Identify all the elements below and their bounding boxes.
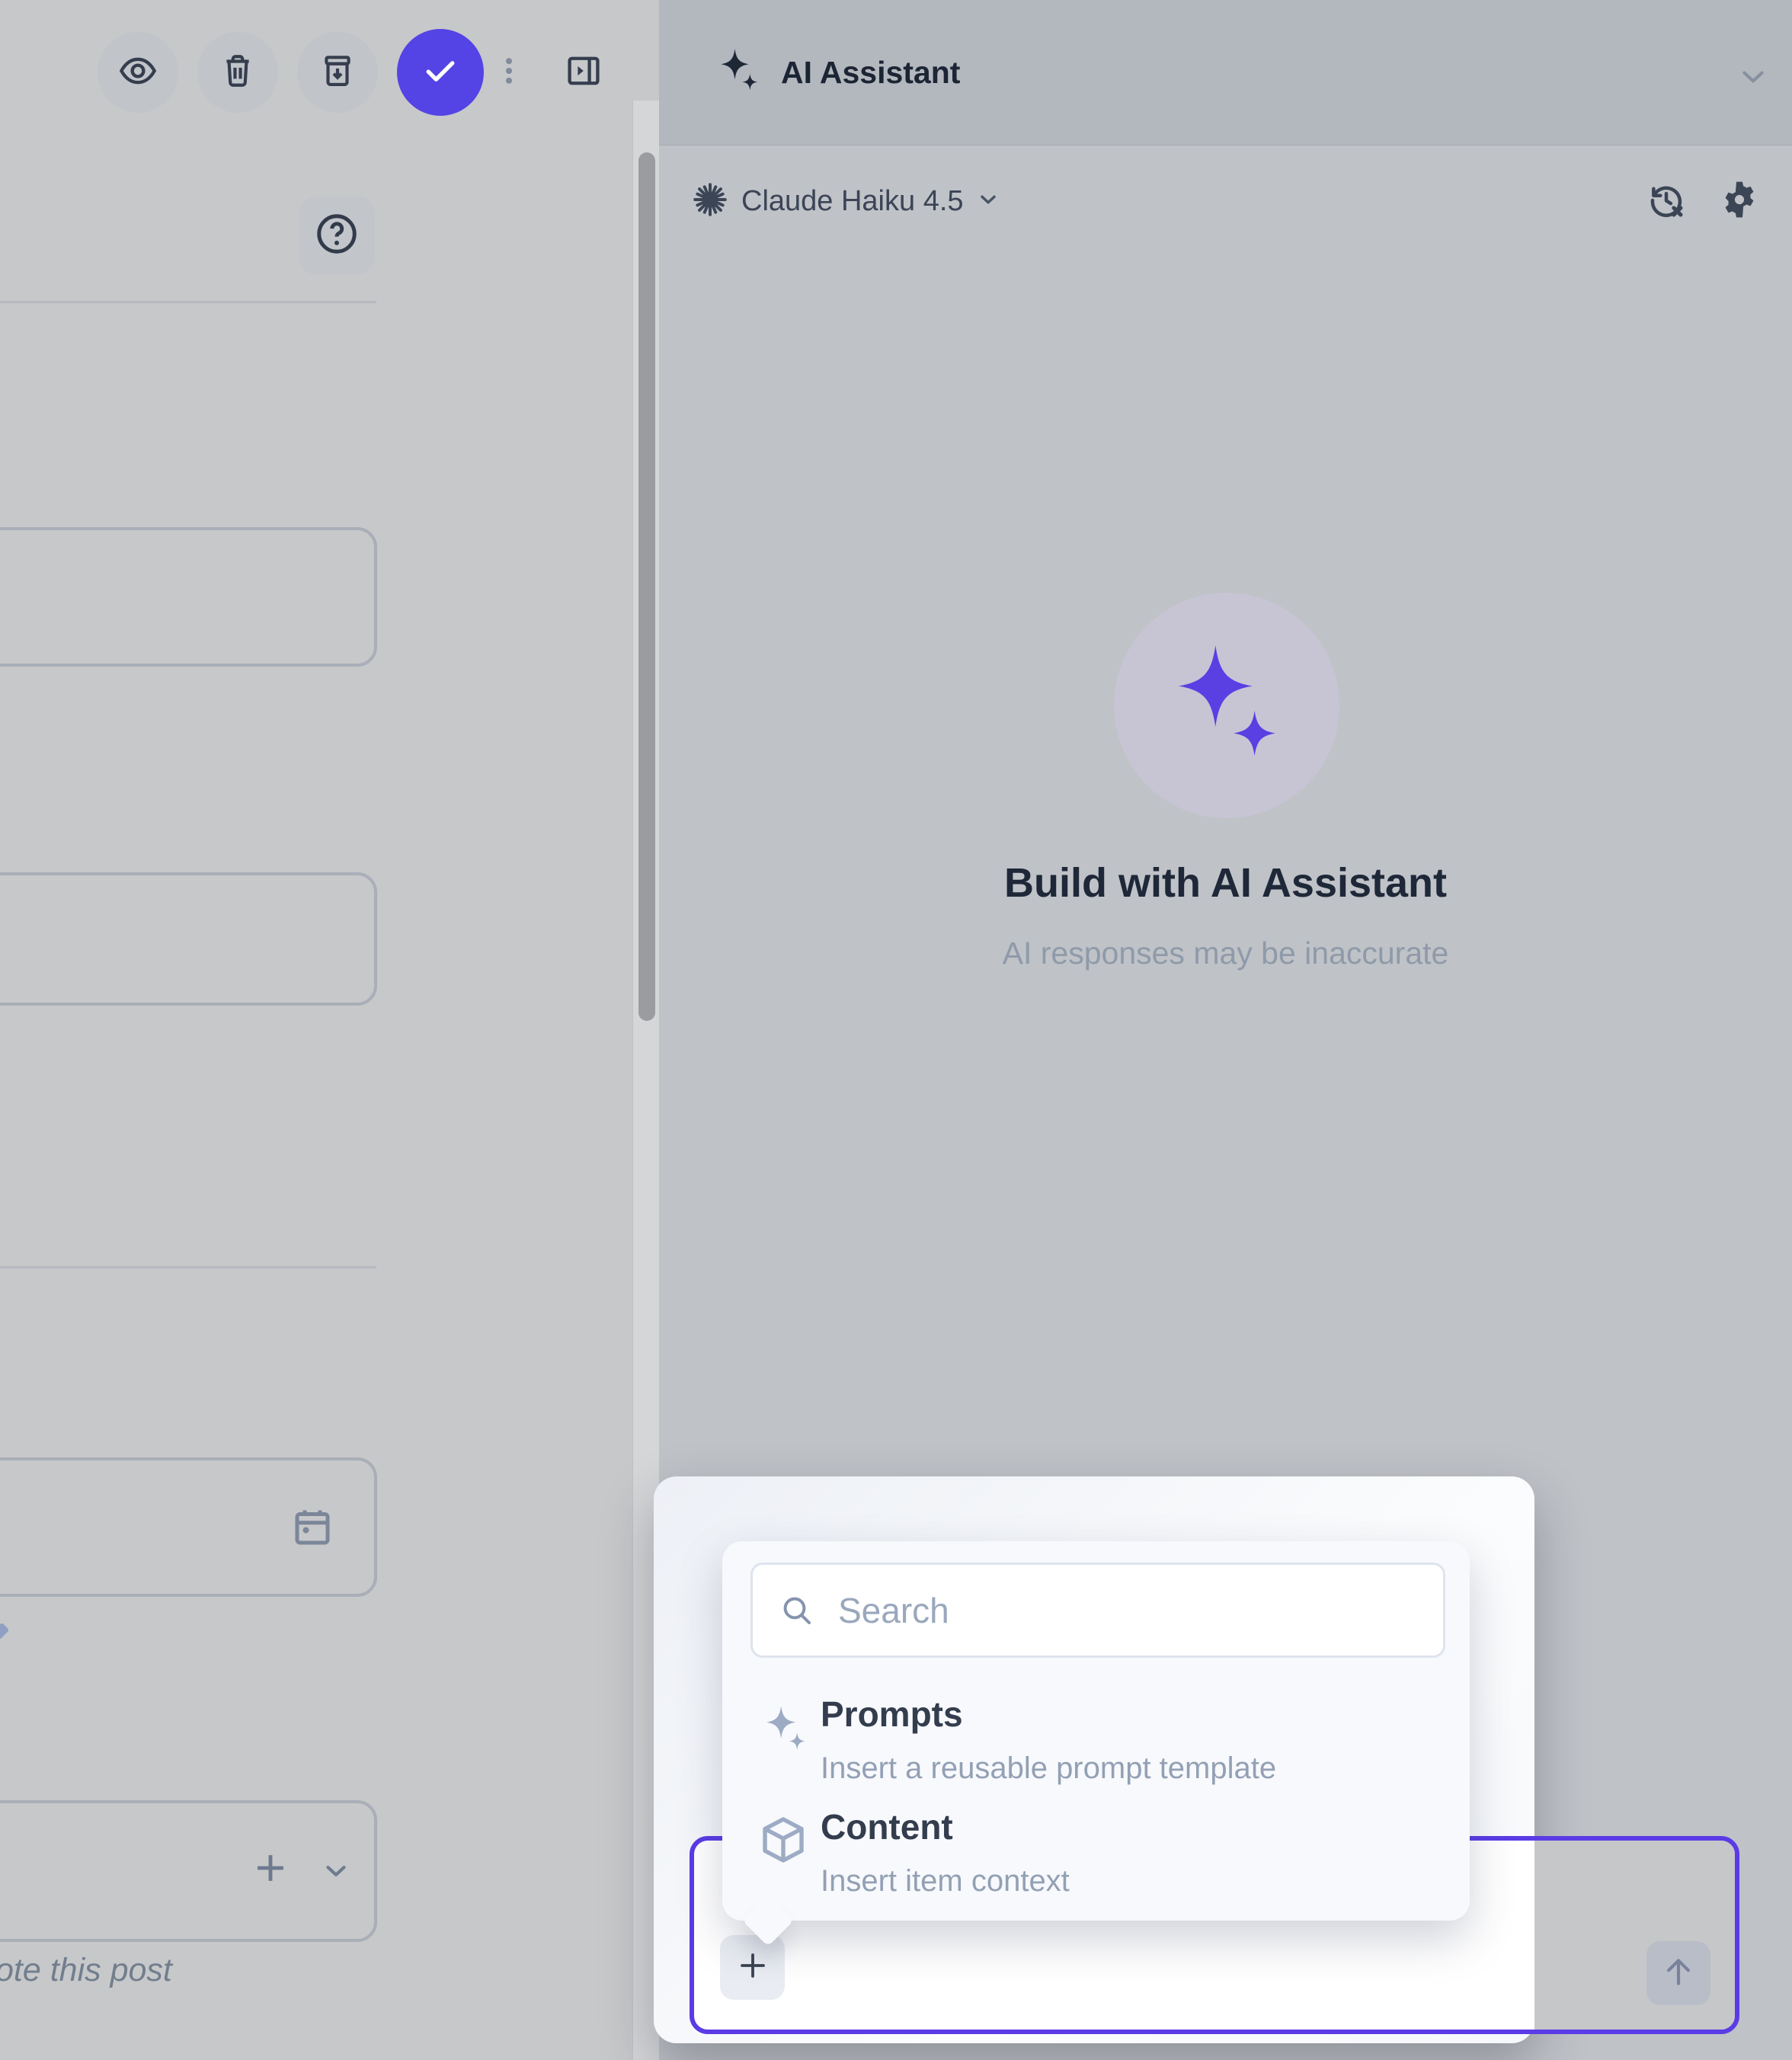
sparkle-icon [759, 1703, 812, 1760]
arrow-up-icon [1659, 1953, 1698, 1994]
plus-icon [734, 1947, 771, 1988]
trash-icon [219, 52, 257, 94]
chevron-down-icon [976, 187, 1000, 216]
field-divider [0, 301, 376, 303]
document-pane: ote this post [0, 0, 659, 2060]
question-mark-circle-icon [313, 210, 360, 261]
field-help-button[interactable] [299, 197, 375, 274]
delete-button[interactable] [197, 32, 278, 113]
collapse-panel-button[interactable] [543, 32, 624, 113]
menu-item-title: Content [821, 1809, 953, 1844]
send-button[interactable] [1646, 1941, 1710, 2005]
archive-down-icon [318, 52, 357, 94]
preview-button[interactable] [98, 32, 178, 113]
history-clear-icon [1646, 211, 1687, 224]
more-options-button[interactable] [469, 32, 549, 113]
menu-item-title: Prompts [821, 1697, 963, 1732]
insert-context-button[interactable] [720, 1935, 785, 2000]
kebab-menu-icon [492, 54, 526, 91]
eye-icon [118, 51, 158, 94]
app-root: ote this post AI Assistant [0, 0, 1792, 2060]
sparkle-icon [1160, 637, 1294, 775]
claude-starburst-icon [691, 181, 729, 222]
promote-note: ote this post [0, 1952, 172, 1989]
array-field[interactable] [0, 1800, 377, 1942]
clear-history-button[interactable] [1646, 180, 1687, 225]
model-selector[interactable]: Claude Haiku 4.5 [691, 181, 1000, 222]
empty-state-disclaimer: AI responses may be inaccurate [659, 936, 1792, 971]
search-box[interactable] [750, 1563, 1445, 1658]
menu-item-content[interactable]: Content Insert item context [722, 1799, 1470, 1902]
assistant-header: AI Assistant [659, 0, 1792, 146]
search-icon [779, 1592, 815, 1629]
search-input[interactable] [837, 1589, 1417, 1632]
menu-item-description: Insert a reusable prompt template [821, 1753, 1276, 1783]
empty-state-heading: Build with AI Assistant [659, 859, 1792, 907]
date-field[interactable] [0, 1457, 377, 1597]
panel-right-icon [564, 51, 603, 94]
chevron-down-icon[interactable] [320, 1855, 352, 1891]
check-icon [420, 50, 461, 95]
chevron-down-icon[interactable] [1736, 59, 1771, 98]
cutoff-marker [0, 1623, 9, 1640]
text-field-2[interactable] [0, 872, 377, 1006]
insert-menu-popup: Prompts Insert a reusable prompt templat… [722, 1541, 1470, 1921]
archive-button[interactable] [297, 32, 378, 113]
calendar-icon[interactable] [290, 1505, 335, 1554]
model-name: Claude Haiku 4.5 [741, 185, 964, 218]
scrollbar-thumb[interactable] [638, 152, 655, 1021]
assistant-panel-title: AI Assistant [781, 55, 960, 91]
cube-icon [756, 1812, 811, 1871]
plus-icon[interactable] [248, 1846, 293, 1894]
field-divider [0, 1266, 376, 1268]
sparkle-icon [714, 46, 764, 100]
settings-button[interactable] [1718, 178, 1761, 225]
text-field-1[interactable] [0, 527, 377, 667]
empty-state-avatar [1114, 593, 1339, 818]
gear-icon [1718, 211, 1761, 224]
menu-item-description: Insert item context [821, 1866, 1070, 1896]
menu-item-prompts[interactable]: Prompts Insert a reusable prompt templat… [722, 1686, 1470, 1789]
